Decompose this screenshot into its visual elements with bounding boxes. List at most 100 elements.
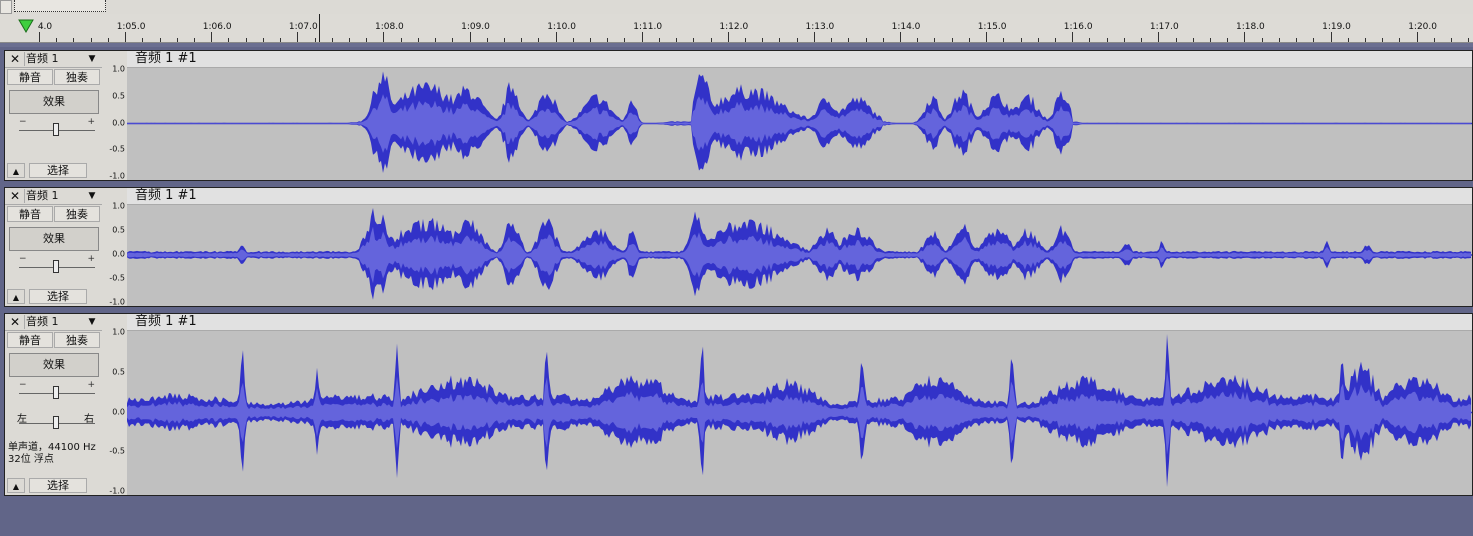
ruler-minor-tick: [538, 38, 540, 42]
ruler-minor-tick: [1347, 38, 1349, 42]
waveform[interactable]: [127, 330, 1472, 495]
solo-button[interactable]: 独奏: [54, 206, 100, 222]
clip-title-bar[interactable]: 音频 1 #1: [127, 314, 1472, 331]
solo-button[interactable]: 独奏: [54, 332, 100, 348]
ruler-minor-tick: [1123, 38, 1125, 42]
audio-track-1[interactable]: ✕ 音频 1 ▼ 静音 独奏 效果 − + ▲ 选择 1.0 0.5 0.0 -0.5…: [4, 50, 1473, 181]
ruler-minor-tick: [486, 38, 488, 42]
ruler-minor-tick: [917, 38, 919, 42]
chevron-down-icon[interactable]: ▼: [83, 189, 101, 203]
audio-clip[interactable]: 音频 1 #1: [127, 314, 1472, 495]
ruler-major-tick: [813, 32, 815, 42]
chevron-down-icon[interactable]: ▼: [83, 52, 101, 66]
close-track-button[interactable]: ✕: [6, 189, 25, 203]
ruler-minor-tick: [1192, 38, 1194, 42]
gain-slider-thumb[interactable]: [53, 260, 59, 273]
waveform[interactable]: [127, 204, 1472, 306]
ruler-minor-tick: [1141, 38, 1143, 42]
clip-title-bar[interactable]: 音频 1 #1: [127, 188, 1472, 205]
ruler-time-label: 1:05.0: [116, 22, 146, 32]
effect-button[interactable]: 效果: [9, 227, 99, 251]
amplitude-scale-label: -1.0: [109, 171, 125, 181]
ruler-major-tick: [39, 32, 40, 42]
gain-minus-label: −: [19, 380, 27, 390]
audio-clip[interactable]: 音频 1 #1: [127, 51, 1472, 180]
gain-slider[interactable]: − +: [19, 380, 95, 402]
ruler-major-tick: [1244, 32, 1246, 42]
select-track-button[interactable]: 选择: [29, 289, 87, 304]
ruler-minor-tick: [1382, 38, 1384, 42]
ruler-minor-tick: [1451, 38, 1453, 42]
solo-button[interactable]: 独奏: [54, 69, 100, 85]
gain-plus-label: +: [87, 254, 95, 264]
track-name-menu[interactable]: 音频 1: [26, 52, 78, 66]
effect-button[interactable]: 效果: [9, 90, 99, 114]
close-track-button[interactable]: ✕: [6, 52, 25, 66]
select-track-button[interactable]: 选择: [29, 478, 87, 493]
play-head-icon[interactable]: [14, 14, 38, 41]
ruler-minor-tick: [142, 38, 144, 42]
ruler-minor-tick: [1037, 38, 1039, 42]
amplitude-scale-label: 1.0: [112, 201, 125, 211]
track-name-menu[interactable]: 音频 1: [26, 315, 78, 329]
gain-slider[interactable]: − +: [19, 254, 95, 276]
ruler-minor-tick: [1313, 38, 1315, 42]
ruler-minor-tick: [176, 38, 178, 42]
audio-track-2[interactable]: ✕ 音频 1 ▼ 静音 独奏 效果 − + ▲ 选择 1.0 0.5 0.0 -0.5…: [4, 187, 1473, 307]
select-track-button[interactable]: 选择: [29, 163, 87, 178]
gain-slider[interactable]: − +: [19, 117, 95, 139]
amplitude-scale-label: -0.5: [109, 144, 125, 154]
ruler-minor-tick: [400, 38, 402, 42]
ruler-minor-tick: [417, 38, 419, 42]
ruler-time-label: 1:16.0: [1063, 22, 1093, 32]
collapse-track-button[interactable]: ▲: [7, 289, 25, 304]
ruler-time-label: 1:11.0: [633, 22, 663, 32]
collapse-toggle[interactable]: [0, 0, 12, 14]
gain-slider-thumb[interactable]: [53, 386, 59, 399]
audio-clip[interactable]: 音频 1 #1: [127, 188, 1472, 306]
ruler-major-tick: [125, 32, 127, 42]
ruler-major-tick: [900, 32, 901, 42]
ruler-minor-tick: [624, 38, 626, 42]
clip-name: 音频 1 #1: [135, 188, 197, 203]
mute-button[interactable]: 静音: [7, 206, 53, 222]
chevron-down-icon[interactable]: ▼: [83, 315, 101, 329]
collapse-track-button[interactable]: ▲: [7, 163, 25, 178]
ruler-minor-tick: [1468, 38, 1470, 42]
mute-button[interactable]: 静音: [7, 332, 53, 348]
clip-title-bar[interactable]: 音频 1 #1: [127, 51, 1472, 68]
pan-slider-thumb[interactable]: [53, 416, 59, 429]
selection-region[interactable]: [14, 0, 106, 12]
close-track-button[interactable]: ✕: [6, 315, 25, 329]
ruler-minor-tick: [1209, 38, 1211, 42]
ruler-major-tick: [986, 32, 988, 42]
ruler-minor-tick: [1433, 38, 1435, 42]
ruler-major-tick: [641, 32, 643, 42]
waveform-rms: [127, 370, 1471, 455]
ruler-minor-tick: [676, 38, 678, 42]
sample-format-text: 32位 浮点: [8, 454, 54, 465]
ruler-minor-tick: [1003, 38, 1005, 42]
collapse-track-button[interactable]: ▲: [7, 478, 25, 493]
effect-button[interactable]: 效果: [9, 353, 99, 377]
timeline-ruler[interactable]: 4.0 1:05.0 1:06.0 1:07.0 1:08.0 1:09.0 1:10.0 1…: [0, 14, 1473, 43]
ruler-minor-tick: [1399, 38, 1401, 42]
waveform[interactable]: [127, 67, 1472, 180]
amplitude-ruler: 1.0 0.5 0.0 -0.5 -1.0: [102, 188, 128, 307]
track-name-menu[interactable]: 音频 1: [26, 189, 78, 203]
gain-plus-label: +: [87, 117, 95, 127]
gain-slider-thumb[interactable]: [53, 123, 59, 136]
ruler-time-label: 1:08.0: [374, 22, 404, 32]
ruler-minor-tick: [693, 38, 695, 42]
ruler-time-label: 1:12.0: [719, 22, 749, 32]
ruler-minor-tick: [331, 38, 333, 42]
ruler-gap: [0, 43, 1473, 47]
ruler-major-tick: [211, 32, 213, 42]
audio-track-3[interactable]: ✕ 音频 1 ▼ 静音 独奏 效果 − + 左 右 单声道，44100 Hz 3…: [4, 313, 1473, 496]
track-control-panel: ✕ 音频 1 ▼ 静音 独奏 效果 − + 左 右 单声道，44100 Hz 3…: [5, 314, 103, 495]
ruler-time-label: 1:20.0: [1408, 22, 1437, 32]
ruler-minor-tick: [56, 38, 58, 42]
ruler-minor-tick: [658, 38, 660, 42]
mute-button[interactable]: 静音: [7, 69, 53, 85]
pan-right-label: 右: [84, 414, 94, 425]
